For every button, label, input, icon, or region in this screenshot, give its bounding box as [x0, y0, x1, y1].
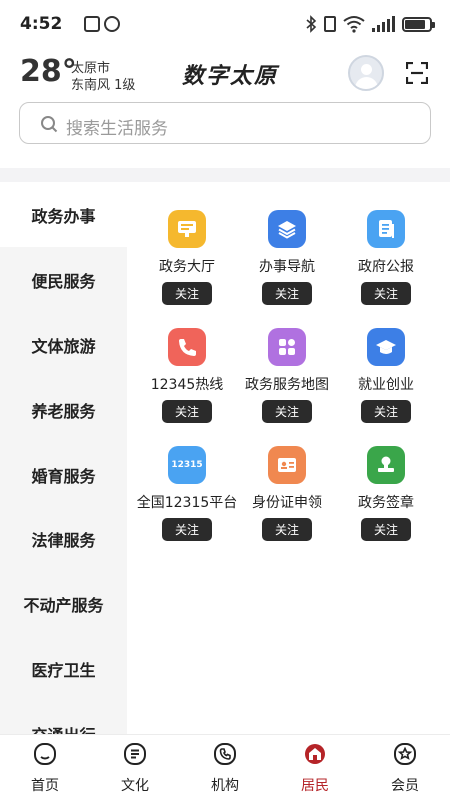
member-icon: [394, 743, 416, 765]
hall-icon: [168, 210, 206, 248]
follow-button[interactable]: 关注: [361, 282, 411, 305]
status-bar: 4:52: [0, 0, 450, 50]
tab-home[interactable]: 首页: [0, 735, 90, 800]
culture-icon: [124, 743, 146, 765]
follow-button[interactable]: 关注: [162, 282, 212, 305]
institution-icon: [214, 743, 236, 765]
category-item-culture-tourism[interactable]: 文体旅游: [0, 312, 127, 377]
service-label: 12345热线: [150, 377, 224, 393]
vibrate-icon: [324, 16, 336, 32]
service-employment[interactable]: 就业创业 关注: [331, 328, 441, 446]
service-gazette[interactable]: 政府公报 关注: [331, 210, 441, 328]
scan-icon[interactable]: [406, 62, 428, 84]
search-input[interactable]: 搜索生活服务: [19, 102, 431, 144]
nfc-icon: [84, 16, 100, 32]
phone-icon: [168, 328, 206, 366]
search-placeholder: 搜索生活服务: [66, 119, 168, 139]
category-nav: 政务办事 便民服务 文体旅游 养老服务 婚育服务 法律服务 不动产服务 医疗卫生…: [0, 182, 127, 734]
battery-icon: [402, 16, 435, 32]
weather-wind: 东南风 1级: [71, 78, 136, 93]
follow-button[interactable]: 关注: [262, 282, 312, 305]
tab-culture[interactable]: 文化: [90, 735, 180, 800]
graduation-cap-icon: [367, 328, 405, 366]
search-icon: [41, 116, 58, 133]
bottom-tab-bar: 首页 文化 机构 居民 会员: [0, 734, 450, 800]
layers-icon: [268, 210, 306, 248]
status-notification-icons: [84, 16, 120, 32]
follow-button[interactable]: 关注: [361, 518, 411, 541]
service-label: 政务签章: [358, 495, 414, 511]
service-12315[interactable]: 12315 全国12315平台 关注: [132, 446, 242, 564]
alarm-icon: [104, 16, 120, 32]
wifi-icon: [343, 16, 365, 33]
category-item-legal[interactable]: 法律服务: [0, 506, 127, 571]
service-label: 政务大厅: [159, 259, 215, 275]
id-card-icon: [268, 446, 306, 484]
service-stamp[interactable]: 政务签章 关注: [331, 446, 441, 564]
follow-button[interactable]: 关注: [162, 518, 212, 541]
follow-button[interactable]: 关注: [162, 400, 212, 423]
signal-icon: [372, 16, 395, 32]
service-label: 全国12315平台: [136, 495, 238, 511]
service-label: 身份证申领: [252, 495, 322, 511]
tab-member[interactable]: 会员: [360, 735, 450, 800]
weather-temperature: 28°: [20, 54, 77, 89]
category-item-marriage-birth[interactable]: 婚育服务: [0, 442, 127, 507]
service-id-card[interactable]: 身份证申领 关注: [232, 446, 342, 564]
category-item-medical[interactable]: 医疗卫生: [0, 636, 127, 701]
grid-icon: [268, 328, 306, 366]
status-right-icons: [305, 15, 435, 33]
status-time: 4:52: [20, 14, 63, 34]
category-item-real-estate[interactable]: 不动产服务: [0, 571, 127, 636]
home-icon: [34, 743, 56, 765]
category-item-elderly-care[interactable]: 养老服务: [0, 377, 127, 442]
service-label: 政务服务地图: [245, 377, 329, 393]
section-divider: [0, 168, 450, 182]
avatar[interactable]: [348, 55, 384, 91]
document-icon: [367, 210, 405, 248]
tab-institution[interactable]: 机构: [180, 735, 270, 800]
follow-button[interactable]: 关注: [262, 400, 312, 423]
app-title: 数字太原: [182, 63, 279, 89]
service-guide[interactable]: 办事导航 关注: [232, 210, 342, 328]
resident-icon: [305, 744, 325, 764]
follow-button[interactable]: 关注: [262, 518, 312, 541]
tab-resident[interactable]: 居民: [270, 735, 360, 800]
category-item-government[interactable]: 政务办事: [0, 182, 127, 247]
service-label: 就业创业: [358, 377, 414, 393]
stamp-icon: [367, 446, 405, 484]
category-item-transport[interactable]: 交通出行: [0, 701, 127, 735]
follow-button[interactable]: 关注: [361, 400, 411, 423]
service-label: 政府公报: [358, 259, 414, 275]
bluetooth-icon: [306, 15, 317, 33]
badge-12315-icon: 12315: [168, 446, 206, 484]
service-hotline[interactable]: 12345热线 关注: [132, 328, 242, 446]
service-hall[interactable]: 政务大厅 关注: [132, 210, 242, 328]
service-label: 办事导航: [259, 259, 315, 275]
service-map[interactable]: 政务服务地图 关注: [232, 328, 342, 446]
category-item-convenience[interactable]: 便民服务: [0, 247, 127, 312]
